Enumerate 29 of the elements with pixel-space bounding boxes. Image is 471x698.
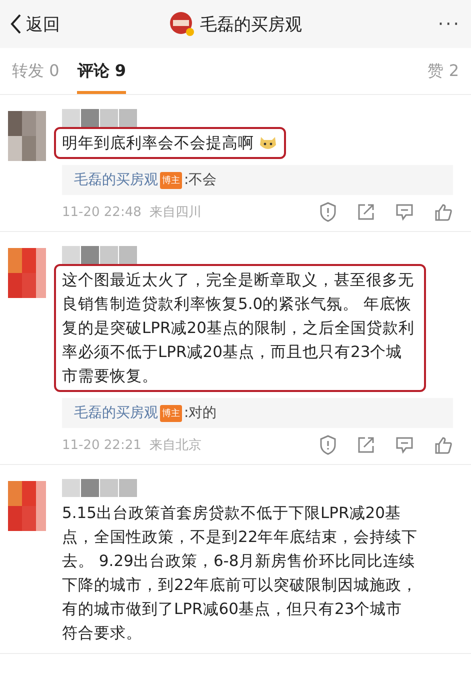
comment-text: 明年到底利率会不会提高啊 — [62, 133, 254, 154]
account-title: 毛磊的买房观 — [200, 14, 302, 36]
avatar-logo-icon — [169, 11, 195, 37]
reply-text: :对的 — [184, 404, 217, 422]
comment-text: 这个图最近太火了，完全是断章取义，甚至很多无良销售制造贷款利率恢复5.0的紧张气氛。 年底恢复的是突破LPR减20基点的限制，之后全国贷款利率必须不低于LPR减20基点，而且也只有23个城市需要恢复。 — [62, 270, 416, 387]
back-chevron-icon — [10, 13, 22, 35]
report-icon[interactable] — [319, 202, 337, 222]
author-badge: 博主 — [160, 172, 182, 188]
comment-location: 来自北京 — [149, 437, 202, 454]
comment-text: 5.15出台政策首套房贷款不低于下限LPR减20基点，全国性政策，不是到22年年底结束，会持续下去。 9.29出台政策，6-8月新房售价环比同比连续下降的城市，到22年底前可以突破限制因城施政，有的城市做到了LPR减60基点，但只有23个城市符合要求。 — [62, 503, 418, 644]
reply-author-link[interactable]: 毛磊的买房观 — [74, 404, 158, 422]
comment-icon[interactable] — [395, 436, 414, 454]
comment-location: 来自四川 — [149, 204, 202, 221]
comment-icon[interactable] — [395, 203, 414, 221]
report-icon[interactable] — [319, 435, 337, 455]
tab[interactable]: 评论 9 — [77, 48, 126, 94]
tab[interactable]: 赞 2 — [428, 48, 459, 94]
thumbs-up-icon[interactable] — [434, 436, 453, 454]
author-badge: 博主 — [160, 404, 182, 422]
reply-text: :不会 — [184, 171, 217, 189]
tab[interactable]: 转发 0 — [12, 48, 60, 94]
thumbs-up-icon[interactable] — [434, 202, 453, 222]
more-button[interactable]: ··· — [361, 14, 461, 34]
share-icon[interactable] — [357, 203, 375, 221]
comment-time: 11-20 22:48 — [62, 204, 142, 220]
back-button[interactable]: 返回 — [10, 12, 110, 36]
comment-time: 11-20 22:21 — [62, 438, 142, 452]
share-icon[interactable] — [357, 436, 375, 454]
reply-author-link[interactable]: 毛磊的买房观 — [74, 171, 158, 189]
